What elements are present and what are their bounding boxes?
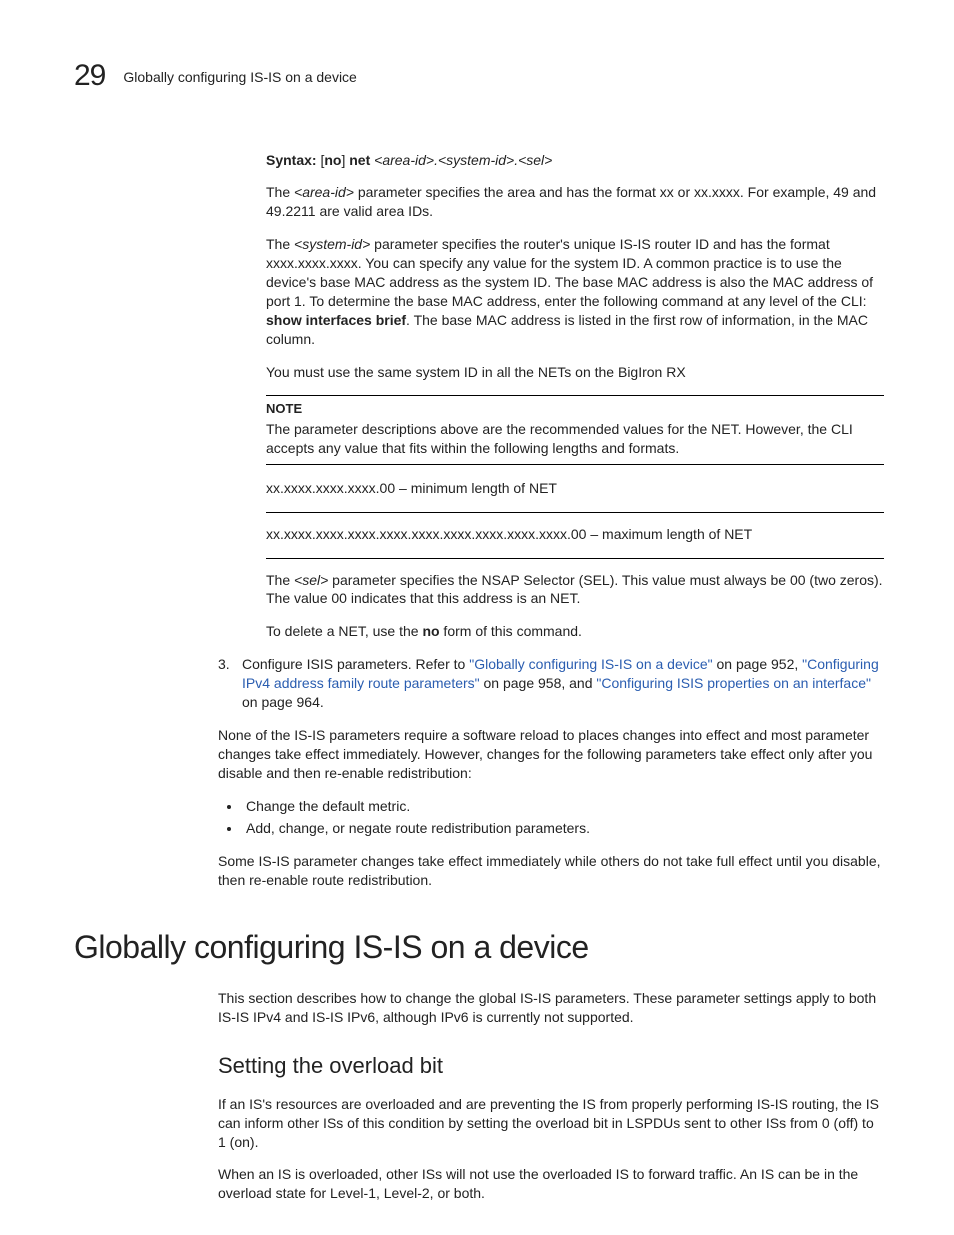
para-area-id: The <area-id> parameter specifies the ar… [266,183,884,221]
para-system-id: The <system-id> parameter specifies the … [266,235,884,348]
para-sel: The <sel> parameter specifies the NSAP S… [266,571,884,609]
running-header: 29 Globally configuring IS-IS on a devic… [74,56,884,97]
para-overload-2: When an IS is overloaded, other ISs will… [218,1165,884,1203]
list-item: Change the default metric. [242,797,884,816]
para-none: None of the IS-IS parameters require a s… [218,726,884,783]
note-block: NOTE The parameter descriptions above ar… [266,395,884,464]
bullet-list: Change the default metric. Add, change, … [218,797,884,839]
xref-global[interactable]: "Globally configuring IS-IS on a device" [469,656,712,672]
syntax-line: Syntax: [no] net <area-id>.<system-id>.<… [266,151,884,170]
syntax-cmd: [no] net <area-id>.<system-id>.<sel> [320,152,552,168]
para-delete: To delete a NET, use the no form of this… [266,622,884,641]
para-some: Some IS-IS parameter changes take effect… [218,852,884,890]
step-number: 3. [218,655,232,712]
divider [266,558,884,559]
body-content: None of the IS-IS parameters require a s… [218,726,884,890]
note-title: NOTE [266,400,884,418]
net-min: xx.xxxx.xxxx.xxxx.00 – minimum length of… [266,479,884,498]
xref-interface[interactable]: "Configuring ISIS properties on an inter… [596,675,871,691]
section-heading: Globally configuring IS-IS on a device [74,926,884,969]
chapter-number: 29 [74,56,105,97]
net-max: xx.xxxx.xxxx.xxxx.xxxx.xxxx.xxxx.xxxx.xx… [266,525,884,544]
para-intro: This section describes how to change the… [218,989,884,1027]
step-3: 3. Configure ISIS parameters. Refer to "… [218,655,884,712]
running-title: Globally configuring IS-IS on a device [123,68,356,87]
para-same-id: You must use the same system ID in all t… [266,363,884,382]
indented-content: Syntax: [no] net <area-id>.<system-id>.<… [242,151,884,712]
subsection-heading: Setting the overload bit [218,1051,884,1081]
section-body: This section describes how to change the… [218,989,884,1203]
divider [266,512,884,513]
page: 29 Globally configuring IS-IS on a devic… [0,0,954,1235]
note-body: The parameter descriptions above are the… [266,420,884,458]
syntax-label: Syntax: [266,152,317,168]
step-body: Configure ISIS parameters. Refer to "Glo… [242,655,884,712]
para-overload-1: If an IS's resources are overloaded and … [218,1095,884,1152]
list-item: Add, change, or negate route redistribut… [242,819,884,838]
